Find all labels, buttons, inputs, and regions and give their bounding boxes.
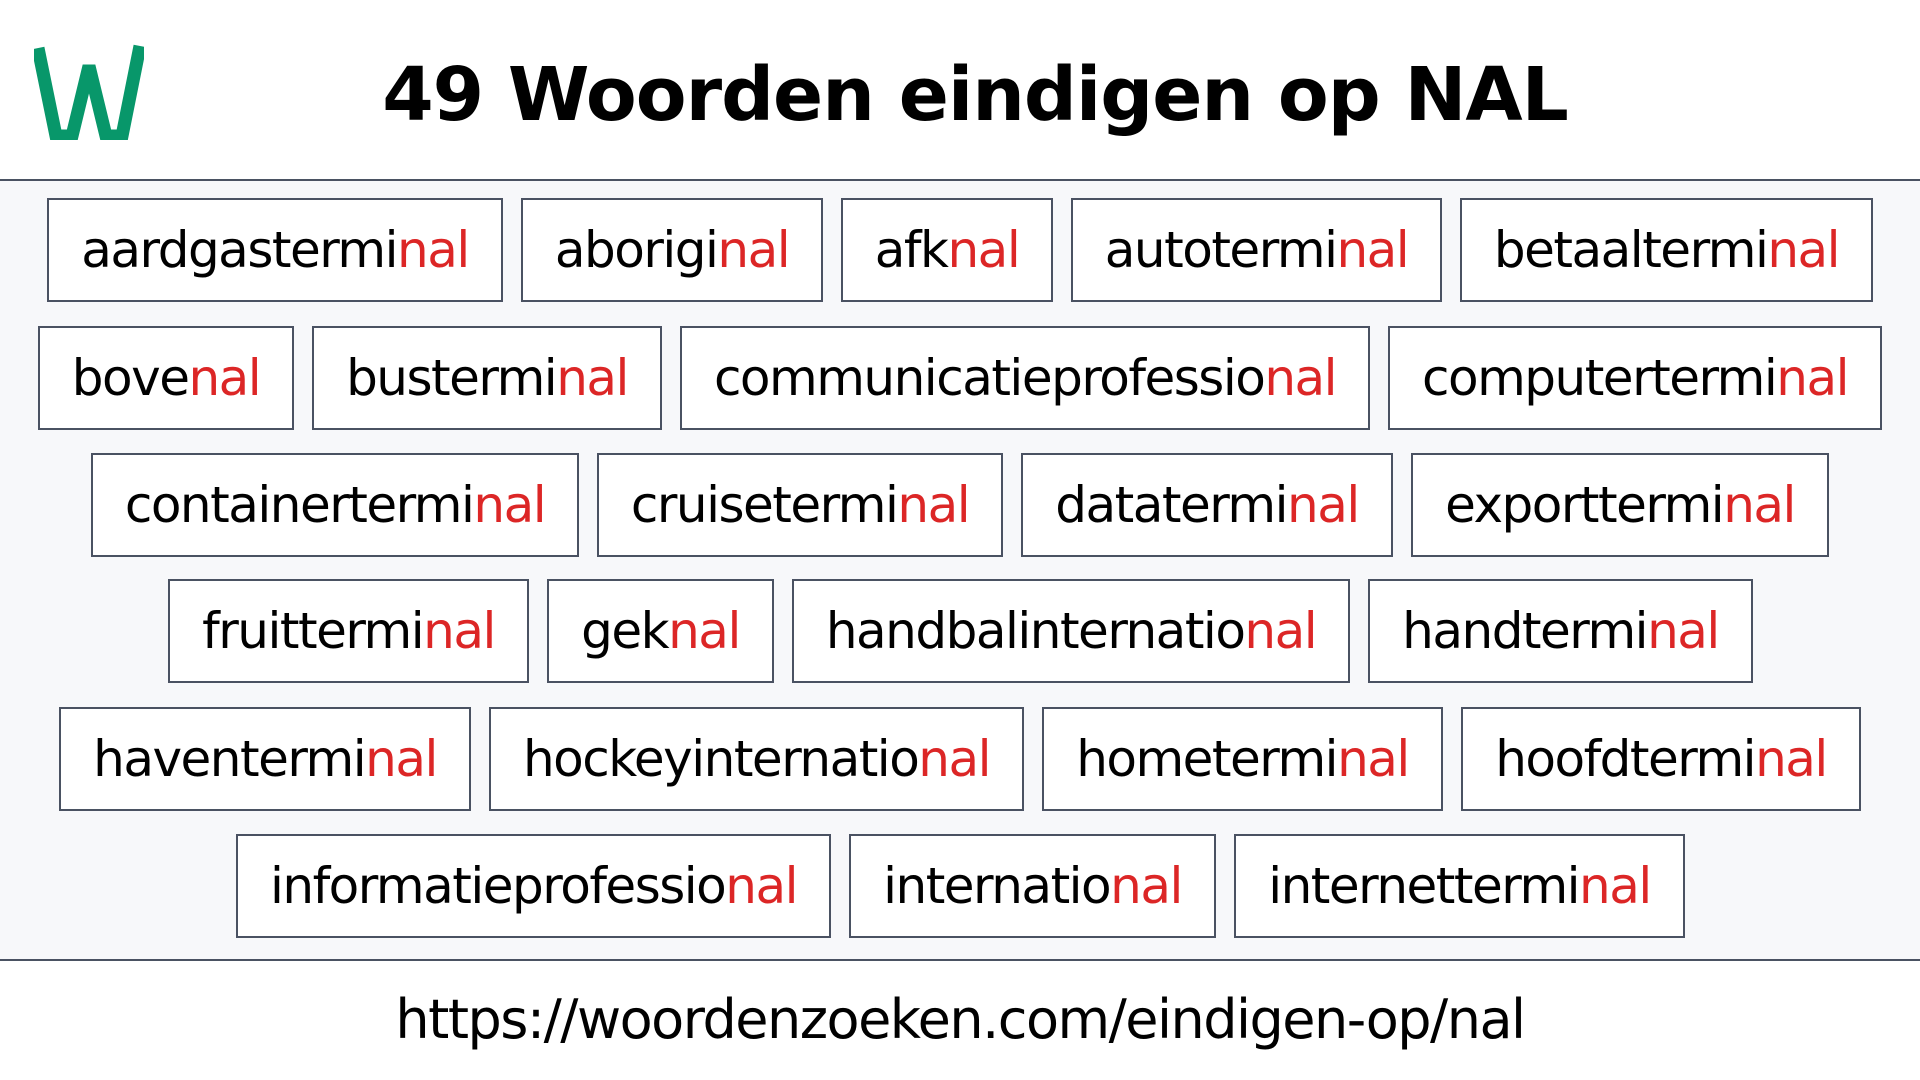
word-item[interactable]: handtermi nal: [1368, 579, 1753, 683]
word-list: aardgastermi nal aborigi nal afk nal autotermi…: [0, 181, 1920, 959]
word-prefix: hockeyinternatio: [522, 730, 920, 788]
page-title: 49 Woorden eindigen op NAL: [382, 52, 1569, 138]
word-suffix: nal: [1264, 349, 1337, 407]
word-prefix: gek: [581, 602, 669, 660]
word-item[interactable]: communicatieprofessio nal: [680, 326, 1370, 430]
word-item[interactable]: haventermi nal: [59, 707, 471, 811]
word-suffix: nal: [1244, 602, 1317, 660]
word-suffix: nal: [725, 857, 798, 915]
word-suffix: nal: [1647, 602, 1720, 660]
word-prefix: autotermi: [1104, 221, 1338, 279]
word-suffix: nal: [947, 221, 1020, 279]
word-suffix: nal: [1110, 857, 1183, 915]
word-item[interactable]: hoofdtermi nal: [1461, 707, 1861, 811]
word-prefix: internatio: [883, 857, 1112, 915]
word-prefix: bove: [71, 349, 190, 407]
word-item[interactable]: betaaltermi nal: [1460, 198, 1873, 302]
word-suffix: nal: [1287, 476, 1360, 534]
word-suffix: nal: [1723, 476, 1796, 534]
word-suffix: nal: [423, 602, 496, 660]
word-prefix: communicatieprofessio: [713, 349, 1266, 407]
footer-divider: [0, 959, 1920, 961]
word-prefix: handbalinternatio: [825, 602, 1246, 660]
word-suffix: nal: [188, 349, 261, 407]
word-suffix: nal: [1776, 349, 1849, 407]
word-suffix: nal: [365, 730, 438, 788]
word-suffix: nal: [1579, 857, 1652, 915]
word-prefix: informatieprofessio: [269, 857, 727, 915]
word-suffix: nal: [1337, 730, 1410, 788]
word-prefix: hoofdtermi: [1495, 730, 1756, 788]
word-suffix: nal: [1755, 730, 1828, 788]
word-prefix: hometermi: [1076, 730, 1338, 788]
word-item[interactable]: hometermi nal: [1042, 707, 1443, 811]
word-prefix: handtermi: [1402, 602, 1648, 660]
word-item[interactable]: afk nal: [841, 198, 1053, 302]
word-item[interactable]: fruittermi nal: [168, 579, 529, 683]
word-item[interactable]: internatio nal: [849, 834, 1216, 938]
word-prefix: computertermi: [1421, 349, 1778, 407]
word-item[interactable]: autotermi nal: [1071, 198, 1442, 302]
word-item[interactable]: bove nal: [38, 326, 294, 430]
word-suffix: nal: [397, 221, 470, 279]
word-suffix: nal: [897, 476, 970, 534]
word-item[interactable]: bustermi nal: [312, 326, 662, 430]
logo-w-icon[interactable]: [34, 44, 144, 140]
word-prefix: fruittermi: [202, 602, 425, 660]
word-item[interactable]: cruisetermi nal: [597, 453, 1003, 557]
word-prefix: aborigi: [554, 221, 719, 279]
word-prefix: haventermi: [93, 730, 367, 788]
word-suffix: nal: [556, 349, 629, 407]
word-prefix: aardgastermi: [81, 221, 398, 279]
word-prefix: datatermi: [1055, 476, 1288, 534]
word-item[interactable]: aborigi nal: [521, 198, 823, 302]
word-prefix: internettermi: [1268, 857, 1580, 915]
word-prefix: betaaltermi: [1493, 221, 1769, 279]
word-item[interactable]: datatermi nal: [1021, 453, 1393, 557]
word-item[interactable]: internettermi nal: [1234, 834, 1685, 938]
word-suffix: nal: [1767, 221, 1840, 279]
word-item[interactable]: computertermi nal: [1388, 326, 1882, 430]
word-item[interactable]: containertermi nal: [91, 453, 579, 557]
word-suffix: nal: [717, 221, 790, 279]
word-prefix: cruisetermi: [630, 476, 899, 534]
word-item[interactable]: handbalinternatio nal: [792, 579, 1350, 683]
word-suffix: nal: [473, 476, 546, 534]
word-prefix: exporttermi: [1445, 476, 1725, 534]
word-prefix: afk: [874, 221, 949, 279]
footer-url[interactable]: https://woordenzoeken.com/eindigen-op/na…: [0, 975, 1920, 1065]
word-suffix: nal: [1336, 221, 1409, 279]
word-suffix: nal: [668, 602, 741, 660]
word-item[interactable]: hockeyinternatio nal: [489, 707, 1024, 811]
word-prefix: bustermi: [346, 349, 558, 407]
word-item[interactable]: exporttermi nal: [1411, 453, 1829, 557]
word-item[interactable]: aardgastermi nal: [47, 198, 503, 302]
word-item[interactable]: gek nal: [547, 579, 774, 683]
word-prefix: containertermi: [124, 476, 475, 534]
word-suffix: nal: [918, 730, 991, 788]
word-item[interactable]: informatieprofessio nal: [236, 834, 831, 938]
